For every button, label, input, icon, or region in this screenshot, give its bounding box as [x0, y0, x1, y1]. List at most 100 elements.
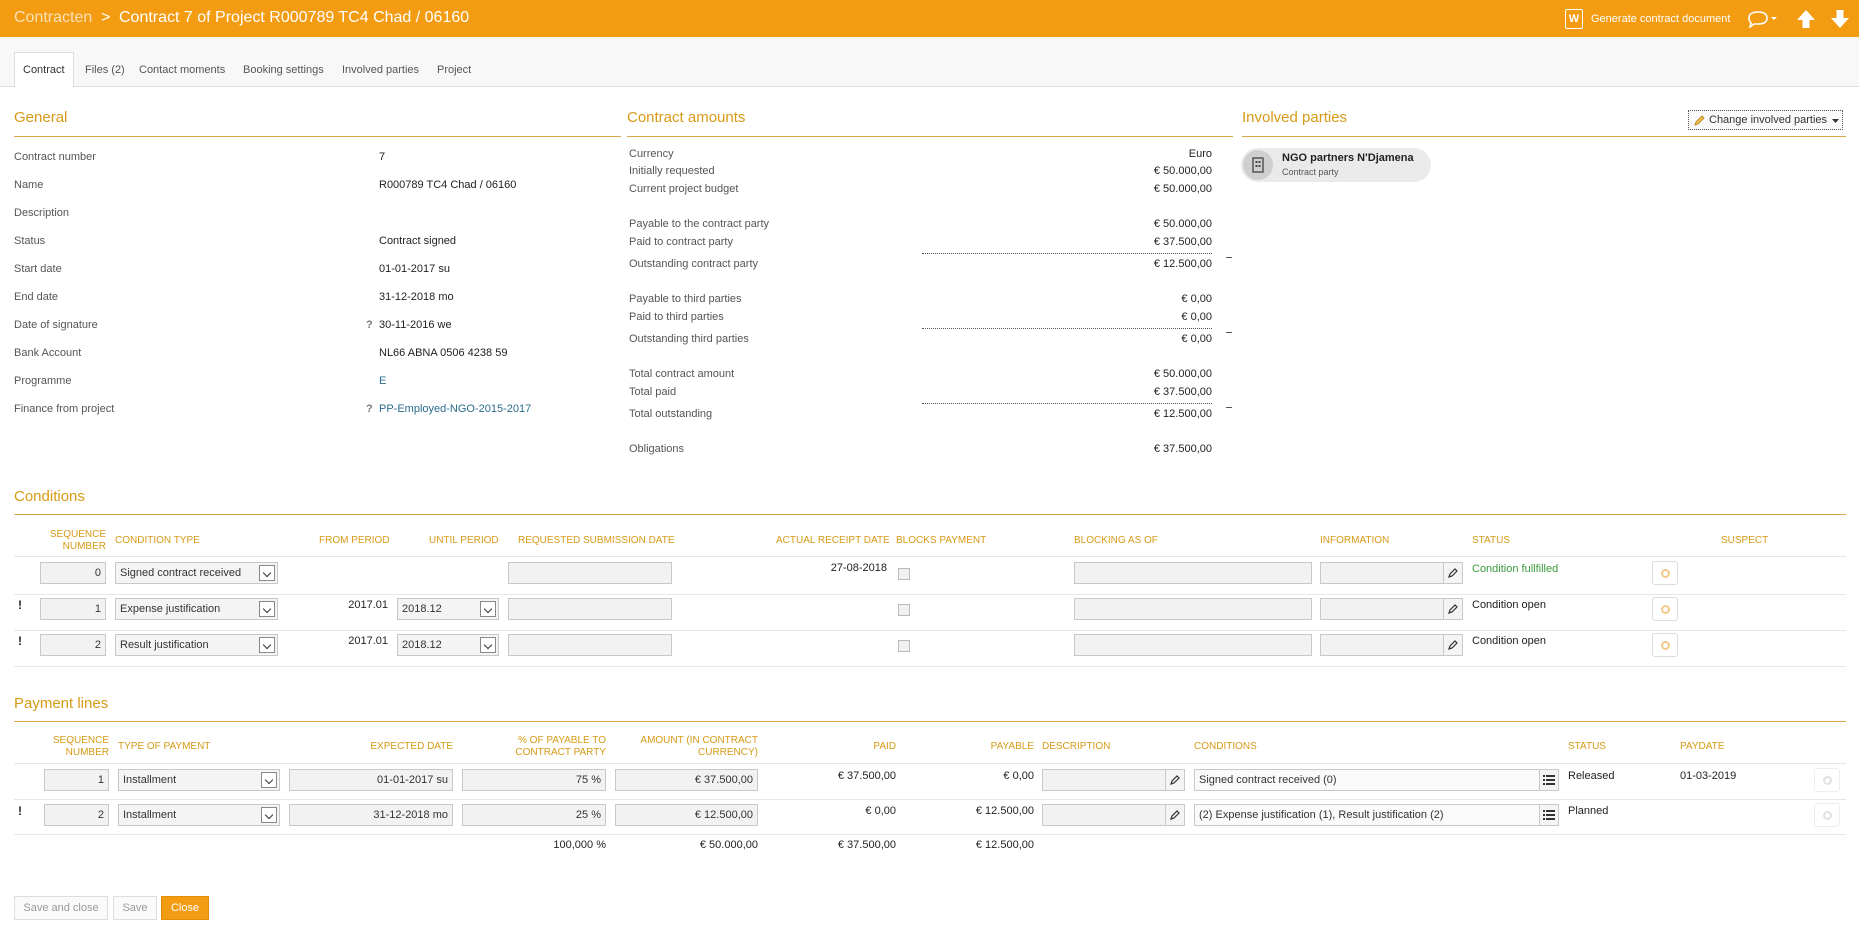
field-label: Description: [14, 207, 70, 219]
description-field[interactable]: [1042, 769, 1166, 791]
close-button[interactable]: Close: [161, 896, 209, 920]
payment-seq-field[interactable]: 2: [44, 804, 109, 826]
information-field[interactable]: [1320, 562, 1444, 584]
dropdown-arrow-icon: [480, 601, 496, 617]
help-icon[interactable]: ?: [366, 319, 373, 331]
condition-type-select[interactable]: Expense justification: [115, 598, 278, 620]
blocking-as-of-field[interactable]: [1074, 562, 1312, 584]
help-icon[interactable]: ?: [366, 403, 373, 415]
outstanding-third-parties-value: € 0,00: [1181, 333, 1212, 345]
edit-information-button[interactable]: [1443, 634, 1463, 656]
tab-project[interactable]: Project: [429, 53, 479, 87]
breadcrumb-contracten[interactable]: Contracten: [14, 9, 92, 27]
total-payable: € 12.500,00: [975, 839, 1034, 851]
arrow-down-icon[interactable]: [1829, 8, 1851, 30]
information-field[interactable]: [1320, 598, 1444, 620]
description-field[interactable]: [1042, 804, 1166, 826]
edit-information-button[interactable]: [1443, 562, 1463, 584]
amount-label: Outstanding contract party: [629, 258, 759, 270]
col-header-expected-date: Expected date: [370, 741, 453, 752]
edit-description-button[interactable]: [1165, 769, 1185, 791]
paydate-value: 01-03-2019: [1680, 770, 1737, 782]
col-header-payable: Payable: [990, 741, 1034, 752]
dropdown-arrow-icon: [259, 601, 275, 617]
payments-divider: [14, 721, 1846, 722]
condition-seq-field[interactable]: 2: [40, 634, 106, 656]
conditions-field[interactable]: (2) Expense justification (1), Result ju…: [1194, 804, 1540, 826]
party-chip[interactable]: NGO partners N'Djamena Contract party: [1241, 148, 1431, 182]
until-period-select[interactable]: 2018.12: [397, 634, 499, 656]
blocking-as-of-field[interactable]: [1074, 598, 1312, 620]
total-amount: € 50.000,00: [699, 839, 758, 851]
expected-date-field[interactable]: 01-01-2017 su: [289, 769, 453, 791]
col-header-type-of-payment: Type of payment: [118, 741, 211, 752]
minus-sign: [1226, 332, 1232, 333]
tab-booking-settings[interactable]: Booking settings: [235, 53, 332, 87]
conditions-list-button[interactable]: [1539, 804, 1559, 826]
save-button[interactable]: Save: [113, 896, 157, 920]
expected-date-field[interactable]: 31-12-2018 mo: [289, 804, 453, 826]
amount-field[interactable]: € 37.500,00: [615, 769, 758, 791]
total-pct: 100,000 %: [553, 839, 606, 851]
row-action-toggle[interactable]: [1814, 803, 1840, 827]
suspect-circle-icon: [1660, 604, 1670, 614]
pencil-icon: [1170, 775, 1180, 785]
current-budget-value: € 50.000,00: [1153, 183, 1212, 195]
blocks-payment-checkbox[interactable]: [898, 640, 910, 652]
dropdown-arrow-icon: [261, 772, 277, 788]
until-period-select[interactable]: 2018.12: [397, 598, 499, 620]
dropdown-arrow-icon: [259, 565, 275, 581]
condition-status: Condition open: [1472, 635, 1547, 647]
blocks-payment-checkbox[interactable]: [898, 604, 910, 616]
payment-type-select[interactable]: Installment: [118, 769, 280, 791]
row-action-toggle[interactable]: [1814, 768, 1840, 792]
condition-seq-field[interactable]: 1: [40, 598, 106, 620]
suspect-toggle[interactable]: [1652, 633, 1678, 657]
blocks-payment-checkbox[interactable]: [898, 568, 910, 580]
condition-seq-field[interactable]: 0: [40, 562, 106, 584]
condition-type-select[interactable]: Result justification: [115, 634, 278, 656]
blocking-as-of-field[interactable]: [1074, 634, 1312, 656]
requested-submission-field[interactable]: [508, 634, 672, 656]
end-date-value: 31-12-2018 mo: [379, 291, 454, 303]
payable-value: € 12.500,00: [975, 805, 1034, 817]
condition-type-select[interactable]: Signed contract received: [115, 562, 278, 584]
tab-involved-parties[interactable]: Involved parties: [334, 53, 427, 87]
conditions-field[interactable]: Signed contract received (0): [1194, 769, 1540, 791]
total-contract-amount-value: € 50.000,00: [1153, 368, 1212, 380]
tab-contact-moments[interactable]: Contact moments: [131, 53, 233, 87]
information-field[interactable]: [1320, 634, 1444, 656]
minus-sign: [1226, 257, 1232, 258]
field-label: End date: [14, 291, 59, 303]
suspect-toggle[interactable]: [1652, 597, 1678, 621]
programme-link[interactable]: E: [379, 375, 386, 387]
list-icon: [1543, 775, 1555, 785]
generate-contract-document-button[interactable]: W Generate contract document: [1565, 9, 1730, 29]
finance-project-link[interactable]: PP-Employed-NGO-2015-2017: [379, 403, 531, 415]
col-header-status: Status: [1568, 741, 1606, 752]
field-label: Date of signature: [14, 319, 98, 331]
col-header-from-period: From period: [319, 535, 390, 546]
tab-files[interactable]: Files (2): [77, 53, 133, 87]
arrow-up-icon[interactable]: [1795, 8, 1817, 30]
pct-payable-field[interactable]: 25 %: [462, 804, 606, 826]
conditions-list-button[interactable]: [1539, 769, 1559, 791]
payment-type-select[interactable]: Installment: [118, 804, 280, 826]
amount-field[interactable]: € 12.500,00: [615, 804, 758, 826]
save-and-close-button[interactable]: Save and close: [14, 896, 108, 920]
field-label: Finance from project: [14, 403, 115, 415]
chat-bubble-icon[interactable]: [1747, 10, 1777, 28]
edit-information-button[interactable]: [1443, 598, 1463, 620]
requested-submission-field[interactable]: [508, 562, 672, 584]
paid-value: € 37.500,00: [837, 770, 896, 782]
requested-submission-field[interactable]: [508, 598, 672, 620]
suspect-toggle[interactable]: [1652, 561, 1678, 585]
edit-description-button[interactable]: [1165, 804, 1185, 826]
pct-payable-field[interactable]: 75 %: [462, 769, 606, 791]
word-document-icon: W: [1565, 9, 1583, 29]
change-involved-parties-button[interactable]: Change involved parties: [1688, 110, 1843, 130]
list-icon: [1543, 810, 1555, 820]
from-period: 2017.01: [348, 599, 388, 611]
payment-seq-field[interactable]: 1: [44, 769, 109, 791]
tab-contract[interactable]: Contract: [14, 52, 74, 88]
